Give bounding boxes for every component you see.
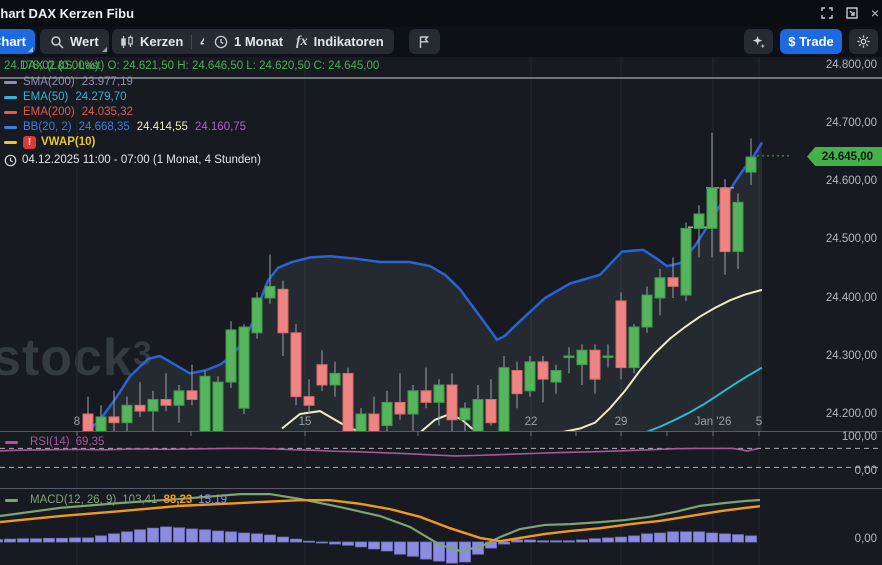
close-icon[interactable]: ×	[866, 5, 882, 21]
indicator-name: EMA(50)	[23, 90, 68, 105]
price-axis-label: 24.600,00	[826, 175, 877, 187]
legend-dash-icon	[4, 126, 17, 129]
indicator-value: 24.160,75	[195, 120, 246, 135]
indicator-legend-rows: SMA(200) 23.977,19 EMA(50) 24.279,70EMA(200…	[4, 75, 524, 150]
ohlc-readout: DAX (L&S, Last) O: 24.621,50 H: 24.646,5…	[20, 59, 379, 74]
x-axis-label: 5	[756, 416, 762, 428]
popout-window-icon[interactable]	[843, 5, 861, 21]
legend-indicator-sma200[interactable]: SMA(200) 23.977,19	[4, 75, 524, 90]
indicator-value: 24.668,35	[79, 120, 130, 135]
fx-icon: fx	[296, 34, 308, 50]
indicator-value: 24.035,32	[82, 105, 133, 120]
price-axis-label: 24.800,00	[826, 59, 877, 71]
period-button[interactable]: 1 Monat	[204, 29, 293, 54]
divider	[191, 35, 192, 49]
price-axis-label: 24.700,00	[826, 117, 877, 129]
indicator-value: 24.279,70	[75, 90, 126, 105]
search-icon	[50, 35, 64, 49]
indicator-name: BB(20, 2)	[23, 120, 72, 135]
toolbar: Chart Wert Kerzen 4h 1 Monat fx Indikato…	[0, 27, 882, 57]
flag-icon	[417, 35, 431, 49]
x-axis-label: Jan '26	[695, 416, 732, 428]
price-axis-label: 24.300,00	[826, 350, 877, 362]
candle-style-button[interactable]: Kerzen	[140, 34, 183, 49]
clock-icon	[214, 35, 228, 49]
price-axis-label: 24.400,00	[826, 292, 877, 304]
indicator-name: EMA(200)	[23, 105, 75, 120]
chart-legend: 24.178,02 (0.00%) DAX (L&S, Last) O: 24.…	[4, 59, 524, 168]
indicators-button[interactable]: fx Indikatoren	[286, 29, 394, 54]
warning-icon: !	[23, 136, 36, 149]
price-axis-label: 0,00	[855, 533, 877, 545]
legend-dash-icon	[5, 499, 18, 502]
rsi-line	[0, 448, 758, 456]
candlestick-icon	[120, 35, 134, 49]
trade-button[interactable]: $ Trade	[780, 29, 842, 54]
quote-line[interactable]: 24.178,02 (0.00%) DAX (L&S, Last) O: 24.…	[4, 59, 524, 75]
window-title: Chart DAX Kerzen Fibu	[0, 6, 134, 21]
legend-indicator-vwap10[interactable]: ! VWAP(10)	[4, 135, 524, 150]
macd-legend[interactable]: MACD(12, 26, 9) 103,41 88,23 15,19	[5, 494, 227, 506]
magic-assist-button[interactable]	[744, 29, 773, 54]
rsi-pane	[0, 448, 758, 456]
legend-dash-icon	[4, 81, 17, 84]
price-axis-label: 100,00	[842, 431, 877, 443]
price-axis[interactable]: 24.800,00 24.700,00 24.600,00 24.500,00 24.4…	[791, 0, 882, 565]
price-axis-label: 24.200,00	[826, 408, 877, 420]
price-axis-label: 24.500,00	[826, 233, 877, 245]
x-axis-label: 22	[525, 416, 538, 428]
window-title-wrap: Chart DAX Kerzen Fibu	[0, 5, 134, 23]
clock-icon	[4, 154, 17, 167]
gear-icon	[856, 34, 871, 49]
indicator-name: VWAP(10)	[41, 135, 95, 150]
legend-dash-icon	[5, 441, 18, 444]
x-axis-label: 29	[615, 416, 628, 428]
legend-dash-icon	[4, 111, 17, 114]
x-axis-label: 15	[299, 416, 312, 428]
timeline-row: 04.12.2025 11:00 - 07:00 (1 Monat, 4 Stu…	[4, 153, 524, 168]
indicator-value: 23.977,19	[82, 75, 133, 90]
last-price-badge: 24.645,00	[807, 147, 882, 166]
legend-indicator-ema50[interactable]: EMA(50) 24.279,70	[4, 90, 524, 105]
trading-app-window: stock3 8152229Jan '265 Chart DAX Kerzen …	[0, 0, 882, 565]
x-axis-label: 8	[74, 416, 80, 428]
instrument-search-button[interactable]: Wert	[40, 29, 109, 54]
rsi-legend[interactable]: RSI(14) 69,35	[5, 436, 104, 448]
legend-indicator-bb202[interactable]: BB(20, 2) 24.668,35 24.414,55 24.160,75	[4, 120, 524, 135]
legend-indicator-ema200[interactable]: EMA(200) 24.035,32	[4, 105, 524, 120]
title-bar: Chart DAX Kerzen Fibu ×	[0, 0, 882, 27]
main-price-pane	[83, 133, 791, 452]
settings-button[interactable]	[849, 29, 878, 54]
legend-dash-icon	[4, 141, 17, 144]
bookmark-button[interactable]	[409, 29, 440, 54]
indicator-value: 24.414,55	[137, 120, 188, 135]
price-axis-label: 0,00	[855, 465, 877, 477]
chart-type-button[interactable]: Chart	[0, 29, 35, 54]
fullscreen-icon[interactable]	[818, 5, 836, 21]
indicator-name: SMA(200)	[23, 75, 75, 90]
legend-dash-icon	[4, 96, 17, 99]
sparkles-icon	[751, 34, 766, 49]
